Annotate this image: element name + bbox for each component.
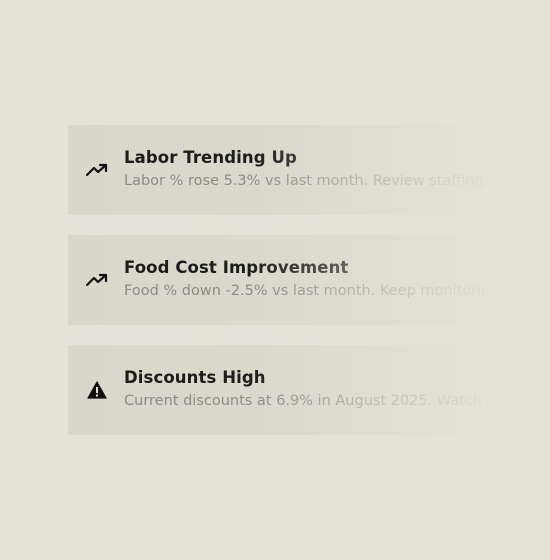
alert-card-food-cost[interactable]: Food Cost Improvement Food % down -2.5% … [68,235,488,325]
alert-card-discounts[interactable]: Discounts High Current discounts at 6.9%… [68,345,488,435]
alert-title: Discounts High [124,368,266,387]
alert-description: Current discounts at 6.9% in August 2025… [124,393,488,409]
trending-up-icon [86,160,108,180]
alert-description: Labor % rose 5.3% vs last month. Review … [124,173,488,189]
alert-title: Labor Trending Up [124,148,297,167]
alerts-list: Labor Trending Up Labor % rose 5.3% vs l… [68,125,488,455]
alert-description: Food % down -2.5% vs last month. Keep mo… [124,283,488,299]
alert-title: Food Cost Improvement [124,258,349,277]
trending-up-icon [86,270,108,290]
warning-icon [86,380,108,400]
alert-card-labor[interactable]: Labor Trending Up Labor % rose 5.3% vs l… [68,125,488,215]
